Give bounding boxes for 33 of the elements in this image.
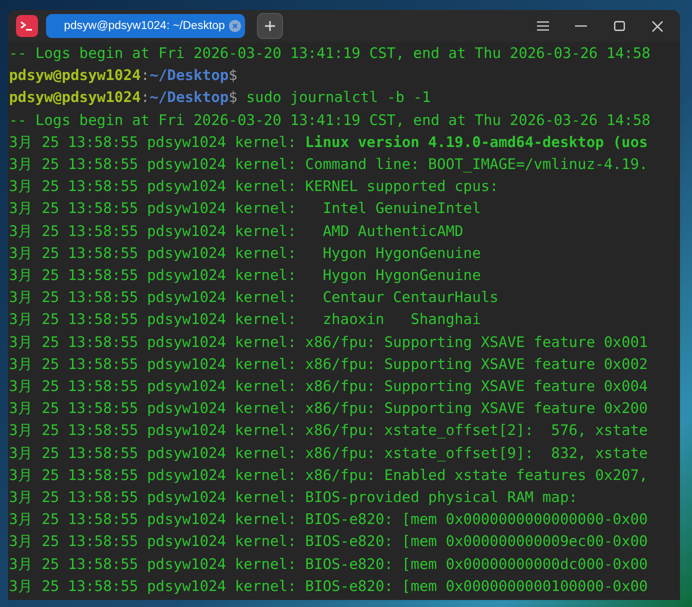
log-line: 3月 25 13:58:55 pdsyw1024 kernel: BIOS-e820: [mem 0x000000000009ec00-0x00 <box>9 532 648 552</box>
log-line: 3月 25 13:58:55 pdsyw1024 kernel: zhaoxin Shanghai <box>9 310 481 330</box>
terminal-tab[interactable]: pdsyw@pdsyw1024: ~/Desktop <box>46 14 245 38</box>
log-line: 3月 25 13:58:55 pdsyw1024 kernel: Intel GenuineIntel <box>9 199 481 220</box>
log-line: 3月 25 13:58:55 pdsyw1024 kernel: Command line: BOOT_IMAGE=/vmlinuz-4.19. <box>9 155 648 176</box>
log-line: 3月 25 13:58:55 pdsyw1024 kernel: x86/fpu: Supporting XSAVE feature 0x004 <box>9 377 648 398</box>
log-line: 3月 25 13:58:55 pdsyw1024 kernel: BIOS-e820: [mem 0x0000000000100000-0x00 <box>9 576 648 597</box>
log-line: 3月 25 13:58:55 pdsyw1024 kernel: x86/fpu: xstate_offset[2]: 576, xstate <box>9 421 648 442</box>
log-line: -- Logs begin at Fri 2026-03-20 13:41:19 CST, end at Thu 2026-03-26 14:58 <box>9 110 650 131</box>
minimize-icon <box>575 25 587 27</box>
log-line: 3月 25 13:58:55 pdsyw1024 kernel: BIOS-provided physical RAM map: <box>9 488 578 508</box>
log-line: -- Logs begin at Fri 2026-03-20 13:41:19 CST, end at Thu 2026-03-26 14:58 <box>9 44 650 64</box>
log-line: 3月 25 13:58:55 pdsyw1024 kernel: Linux version 4.19.0-amd64-desktop (uos <box>9 132 648 153</box>
log-line: 3月 25 13:58:55 pdsyw1024 kernel: KERNEL supported cpus: <box>9 177 498 198</box>
log-line: 3月 25 13:58:55 pdsyw1024 kernel: Hygon HygonGenuine <box>9 266 481 286</box>
log-line: 3月 25 13:58:55 pdsyw1024 kernel: x86/fpu: Supporting XSAVE feature 0x002 <box>9 354 648 375</box>
menu-icon <box>537 21 549 31</box>
log-line: 3月 25 13:58:55 pdsyw1024 kernel: x86/fpu: Supporting XSAVE feature 0x001 <box>9 332 648 353</box>
log-line: 3月 25 13:58:55 pdsyw1024 kernel: Hygon HygonGenuine <box>9 244 481 264</box>
log-line: 3月 25 13:58:55 pdsyw1024 kernel: AMD AuthenticAMD <box>9 222 464 242</box>
log-line: 3月 25 13:58:55 pdsyw1024 kernel: x86/fpu: Enabled xstate features 0x207, <box>9 466 648 486</box>
new-tab-button[interactable] <box>256 13 283 39</box>
prompt-line: pdsyw@pdsyw1024:~/Desktop$ sudo journalctl -b -1 <box>9 88 431 108</box>
log-line: 3月 25 13:58:55 pdsyw1024 kernel: x86/fpu: Supporting XSAVE feature 0x200 <box>9 399 648 420</box>
prompt-line: pdsyw@pdsyw1024:~/Desktop$ <box>9 66 238 86</box>
log-line: 3月 25 13:58:55 pdsyw1024 kernel: BIOS-e820: [mem 0x0000000000000000-0x00 <box>9 510 648 530</box>
close-icon <box>652 20 662 32</box>
log-line: 3月 25 13:58:55 pdsyw1024 kernel: Centaur CentaurHauls <box>9 288 498 308</box>
terminal-icon[interactable] <box>16 15 38 37</box>
log-line: 3月 25 13:58:55 pdsyw1024 kernel: BIOS-e820: [mem 0x00000000000dc000-0x00 <box>9 554 648 575</box>
log-line: 3月 25 13:58:55 pdsyw1024 kernel: x86/fpu: xstate_offset[9]: 832, xstate <box>9 444 648 464</box>
plus-icon <box>264 20 276 32</box>
maximize-icon <box>614 21 624 31</box>
